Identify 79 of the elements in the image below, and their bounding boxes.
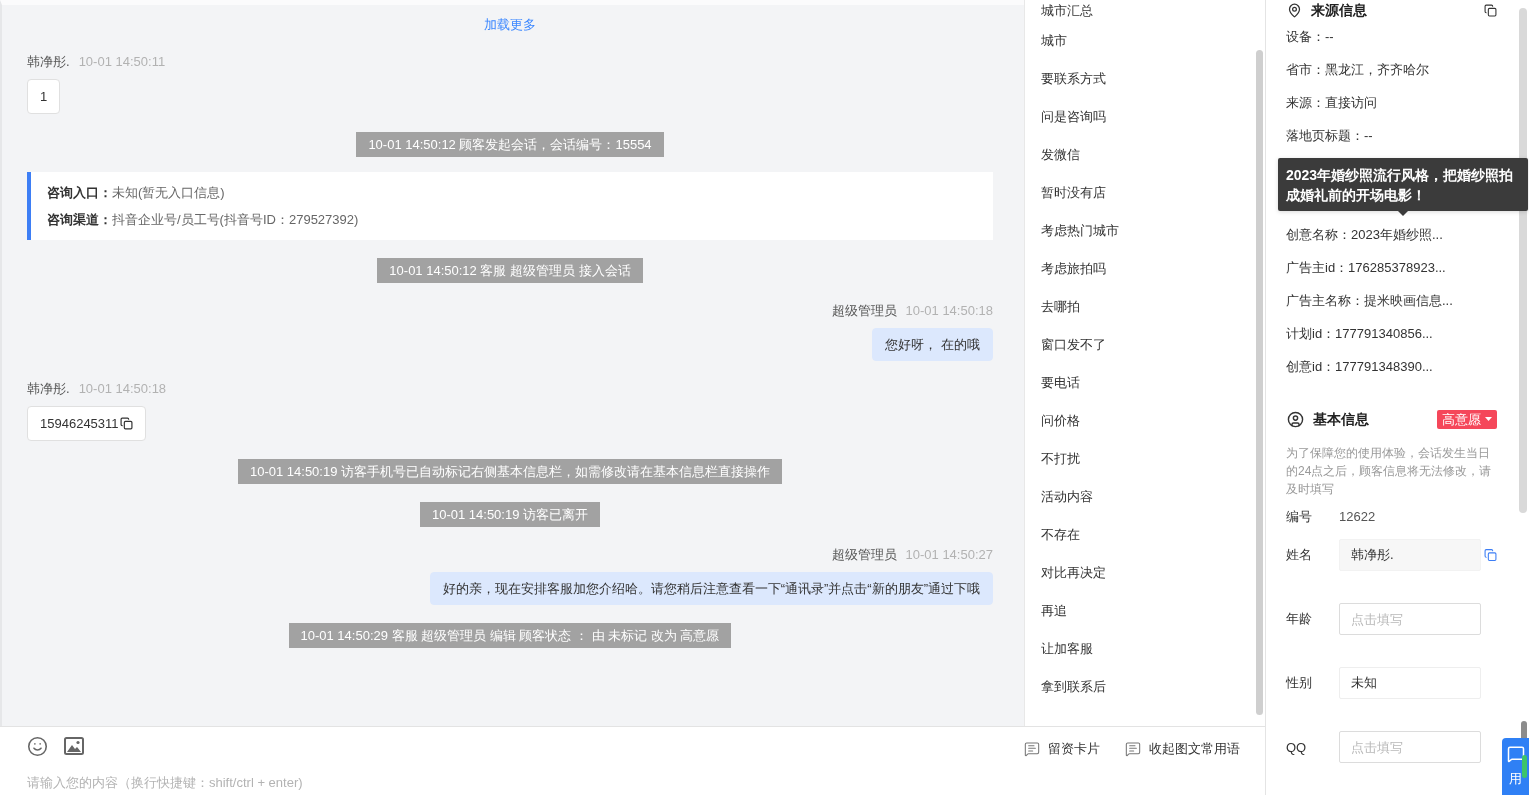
quick-reply-item[interactable]: 发微信 [1025, 136, 1096, 174]
quick-reply-item[interactable]: 拿到联系后 [1025, 668, 1122, 706]
field-label: 编号 [1286, 507, 1313, 526]
composer-action-button[interactable]: 留资卡片 [1024, 740, 1100, 758]
tooltip-arrow-icon [1398, 211, 1408, 216]
entry-info-line: 咨询渠道：抖音企业号/员工号(抖音号ID：279527392) [47, 211, 360, 229]
input-field[interactable]: 点击填写 [1339, 731, 1481, 763]
quick-reply-item[interactable]: 城市 [1025, 22, 1083, 60]
source-info-row-text: 广告主id：176285378923... [1286, 259, 1446, 277]
sender-name: 超级管理员 [831, 547, 897, 563]
message-icon [1024, 741, 1040, 757]
user-circle-icon [1287, 410, 1304, 428]
quick-reply-item[interactable]: 对比再决定 [1025, 554, 1122, 592]
quick-reply-item[interactable]: 再追 [1025, 592, 1083, 630]
quick-reply-item[interactable]: 活动内容 [1025, 478, 1109, 516]
message-bubble: 您好呀， 在的哦 [872, 328, 993, 361]
location-pin-icon [1287, 2, 1302, 18]
quick-reply-item[interactable]: 问是咨询吗 [1025, 98, 1122, 136]
source-info-row-text: 落地页标题：-- [1286, 127, 1373, 145]
quick-reply-item[interactable]: 城市汇总 [1025, 0, 1109, 22]
system-notice: 10-01 14:50:19 访客已离开 [419, 502, 601, 527]
select-field[interactable]: 未知 [1339, 667, 1481, 699]
quick-reply-item[interactable]: 要电话 [1025, 364, 1096, 402]
message-bubble: 1 [27, 79, 61, 114]
field-label: 年龄 [1286, 610, 1313, 628]
input-field[interactable]: 点击填写 [1339, 603, 1481, 635]
source-info-row-text: 创意id：177791348390... [1286, 358, 1433, 376]
message-time: 10-01 14:50:18 [78, 381, 167, 397]
copy-icon[interactable] [119, 417, 133, 430]
field-value: 12622 [1339, 509, 1376, 524]
quick-reply-item[interactable]: 去哪拍 [1025, 288, 1096, 326]
message-bubble: 15946245311 [27, 406, 146, 441]
source-info-row-text: 省市：黑龙江，齐齐哈尔 [1286, 61, 1429, 79]
tooltip: 2023年婚纱照流行风格，把婚纱照拍成婚礼前的开场电影！ [1278, 158, 1528, 211]
section-title: 来源信息 [1311, 1, 1367, 20]
message-icon [1125, 741, 1141, 757]
image-icon[interactable] [64, 737, 84, 755]
message-time: 10-01 14:50:18 [905, 303, 993, 319]
system-notice: 10-01 14:50:29 客服 超级管理员 编辑 顾客状态 ： 由 未标记 改为 高意愿 [288, 623, 732, 648]
source-info-row-text: 设备：-- [1286, 28, 1334, 46]
sender-name: 韩净彤. [27, 381, 70, 397]
section-title: 基本信息 [1313, 410, 1369, 429]
quick-reply-item[interactable]: 不打扰 [1025, 440, 1096, 478]
side-tab-button[interactable]: 用 [1502, 738, 1529, 795]
indicator-icon [1522, 755, 1527, 778]
readonly-field[interactable]: 韩净彤. [1339, 539, 1481, 571]
status-dropdown[interactable]: 高意愿 [1437, 409, 1497, 429]
field-label: 姓名 [1286, 546, 1313, 564]
scrollbar-thumb[interactable] [1256, 50, 1263, 715]
source-info-row-text: 计划id：177791340856... [1286, 325, 1433, 343]
quick-reply-item[interactable]: 不存在 [1025, 516, 1096, 554]
source-info-row-text: 来源：直接访问 [1286, 94, 1377, 112]
quick-reply-item[interactable]: 窗口发不了 [1025, 326, 1122, 364]
sender-name: 韩净彤. [27, 54, 70, 70]
copy-icon[interactable] [1484, 3, 1497, 17]
quick-reply-item[interactable]: 问价格 [1025, 402, 1096, 440]
caret-icon [1485, 417, 1492, 421]
field-label: QQ [1286, 739, 1308, 755]
source-info-row-text: 创意名称：2023年婚纱照... [1286, 226, 1443, 244]
quick-reply-item[interactable]: 要联系方式 [1025, 60, 1122, 98]
quick-reply-item[interactable]: 考虑旅拍吗 [1025, 250, 1122, 288]
message-bubble: 好的亲，现在安排客服加您介绍哈。请您稍后注意查看一下“通讯录”并点击“新的朋友”通过下哦 [429, 572, 993, 605]
emoji-icon[interactable] [27, 735, 48, 757]
quick-reply-item[interactable]: 暂时没有店 [1025, 174, 1122, 212]
message-time: 10-01 14:50:27 [905, 547, 993, 563]
system-notice: 10-01 14:50:12 客服 超级管理员 接入会话 [377, 258, 643, 283]
field-label: 性别 [1286, 674, 1313, 692]
composer-action-button[interactable]: 收起图文常用语 [1125, 740, 1240, 758]
info-notice: 为了保障您的使用体验，会话发生当日的24点之后，顾客信息将无法修改，请及时填写 [1286, 445, 1493, 498]
chat-icon [1506, 745, 1525, 763]
scrollbar-thumb[interactable] [1519, 8, 1527, 513]
system-notice: 10-01 14:50:12 顾客发起会话，会话编号：15554 [356, 132, 664, 157]
entry-info-line: 咨询入口：未知(暂无入口信息) [47, 184, 226, 202]
quick-reply-item[interactable]: 让加客服 [1025, 630, 1109, 668]
message-time: 10-01 14:50:11 [78, 54, 166, 70]
sender-name: 超级管理员 [831, 303, 897, 319]
source-info-row-text: 广告主名称：提米映画信息... [1286, 292, 1453, 310]
system-notice: 10-01 14:50:19 访客手机号已自动标记右侧基本信息栏，如需修改请在基本信息栏直接操作 [237, 459, 783, 484]
quick-reply-item[interactable]: 考虑热门城市 [1025, 212, 1135, 250]
